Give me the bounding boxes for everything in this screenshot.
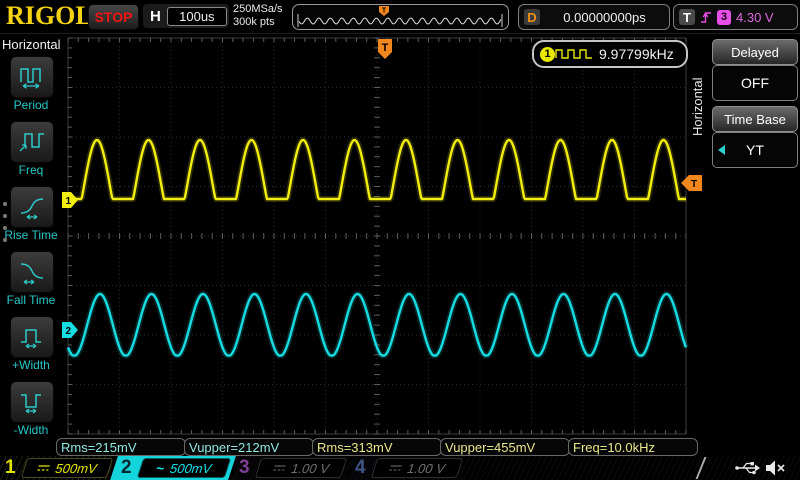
counter-value: 9.97799kHz xyxy=(599,46,674,62)
delayed-header: Delayed xyxy=(712,39,798,65)
ch4-number: 4 xyxy=(355,457,366,479)
run-stop-status[interactable]: STOP xyxy=(88,4,139,30)
ch1-scale: 500mV xyxy=(53,461,99,476)
ch2-number: 2 xyxy=(121,457,132,479)
ch3-scale: 1.00 V xyxy=(289,461,331,476)
preview-sine xyxy=(299,18,501,24)
rise-time-icon xyxy=(18,194,46,220)
menu-page-dots xyxy=(3,194,7,250)
delay-label: D xyxy=(524,9,540,25)
status-divider xyxy=(696,457,719,479)
measure-menu-title: Horizontal xyxy=(2,37,62,52)
measure-risetime-label: Rise Time xyxy=(0,228,62,242)
memory-depth: 300k pts xyxy=(233,16,283,29)
ch4-scale: 1.00 V xyxy=(405,461,447,476)
usb-icon[interactable] xyxy=(734,459,762,477)
channel-status-bar: 1 500mV 2 ~ 500mV 3 1 xyxy=(0,456,800,480)
measure-freq-button[interactable] xyxy=(10,121,54,163)
left-arrow-icon xyxy=(718,145,725,155)
dc-coupling-icon xyxy=(35,463,51,473)
ac-coupling-icon: ~ xyxy=(155,463,166,473)
ch3-number: 3 xyxy=(239,457,250,479)
measure-nwidth-button[interactable] xyxy=(10,381,54,423)
measure-pwidth-label: +Width xyxy=(0,358,62,372)
sample-rate: 250MSa/s xyxy=(233,3,283,16)
horizontal-timebase-group[interactable]: H 100us xyxy=(143,4,229,28)
plus-width-icon xyxy=(18,324,46,350)
trigger-position-label: T xyxy=(382,42,389,54)
brand-logo: RIGOL xyxy=(6,1,93,31)
minus-width-icon xyxy=(18,389,46,415)
run-state-label: STOP xyxy=(95,9,133,25)
measure-nwidth-label: -Width xyxy=(0,423,62,437)
measure-falltime-label: Fall Time xyxy=(0,293,62,307)
measurement-slot-1[interactable]: Rms=215mV xyxy=(56,438,186,456)
measurement-slot-3[interactable]: Rms=313mV xyxy=(312,438,442,456)
horizontal-menu-sidebar: Horizontal Delayed OFF Time Base YT xyxy=(688,34,800,456)
dc-coupling-icon xyxy=(271,463,287,473)
period-icon xyxy=(18,64,46,90)
measure-menu-sidebar: Horizontal Period Freq Rise Time xyxy=(0,34,62,456)
timebase-header: Time Base xyxy=(712,106,798,132)
trigger-source-badge: 3 xyxy=(717,10,731,25)
measure-period-label: Period xyxy=(0,98,62,112)
trigger-level-value: 4.30 V xyxy=(736,10,774,25)
timebase-value: 100us xyxy=(167,7,227,26)
measure-pwidth-button[interactable] xyxy=(10,316,54,358)
measure-period-button[interactable] xyxy=(10,56,54,98)
delay-value: 0.00000000ps xyxy=(540,10,669,25)
ch2-marker-label: 2 xyxy=(66,326,72,337)
measurement-slot-5[interactable]: Freq=10.0kHz xyxy=(568,438,698,456)
fall-time-icon xyxy=(18,259,46,285)
waveform-memory-preview[interactable]: T xyxy=(292,4,509,30)
oscilloscope-screen: RIGOL STOP H 100us 250MSa/s 300k pts T D… xyxy=(0,0,800,480)
ch1-marker-label: 1 xyxy=(66,196,72,207)
rising-edge-icon xyxy=(700,10,712,25)
delayed-value-button[interactable]: OFF xyxy=(712,65,798,101)
trigger-level-label: T xyxy=(691,179,697,190)
trigger-delay-group[interactable]: D 0.00000000ps xyxy=(518,4,670,30)
h-label: H xyxy=(150,8,161,25)
measure-risetime-button[interactable] xyxy=(10,186,54,228)
preview-waveform: T xyxy=(293,5,508,30)
preview-trigger-label: T xyxy=(382,8,387,15)
dc-coupling-icon xyxy=(387,463,403,473)
graticule-display: 1 2 T T xyxy=(62,35,704,441)
counter-channel-badge: 1 xyxy=(540,47,555,62)
ch2-scale: 500mV xyxy=(168,461,214,476)
measurement-slot-2[interactable]: Vupper=212mV xyxy=(184,438,314,456)
speaker-muted-icon[interactable] xyxy=(764,458,788,478)
measure-freq-label: Freq xyxy=(0,163,62,177)
trigger-label: T xyxy=(679,9,695,25)
top-status-bar: RIGOL STOP H 100us 250MSa/s 300k pts T D… xyxy=(0,0,800,34)
acquisition-info: 250MSa/s 300k pts xyxy=(233,3,283,29)
measurement-slot-4[interactable]: Vupper=455mV xyxy=(440,438,570,456)
measure-falltime-button[interactable] xyxy=(10,251,54,293)
trigger-status-group[interactable]: T 3 4.30 V xyxy=(673,4,798,30)
ch1-number: 1 xyxy=(5,457,16,479)
freq-icon xyxy=(18,129,46,155)
timebase-mode-button[interactable]: YT xyxy=(712,132,798,168)
frequency-counter: 1 9.97799kHz xyxy=(532,40,688,68)
square-wave-icon xyxy=(555,48,593,60)
